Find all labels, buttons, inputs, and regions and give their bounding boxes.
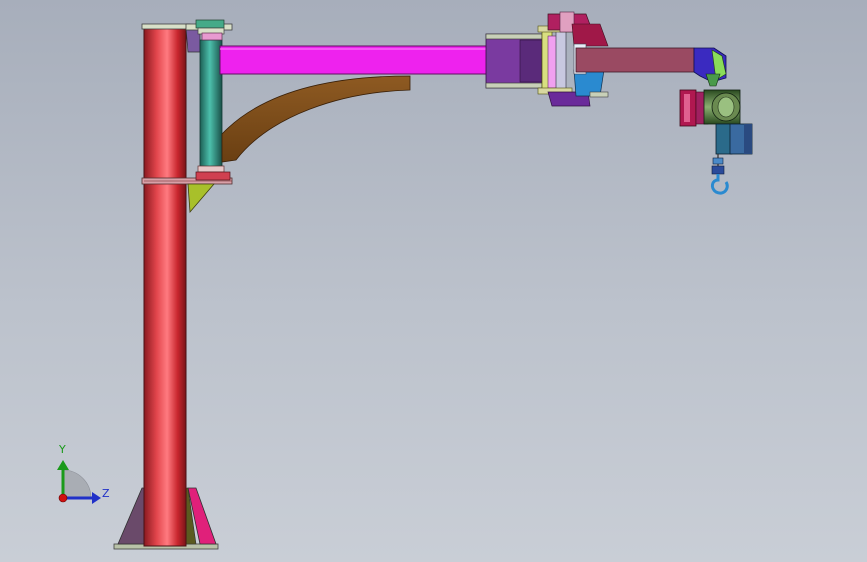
cad-viewport[interactable]: Y Z	[0, 0, 867, 562]
pivot-top-collar	[201, 32, 223, 41]
z-axis-label: Z	[102, 487, 110, 500]
curved-strut[interactable]	[221, 75, 411, 163]
lower-support-gusset	[187, 183, 215, 213]
hoist-gearbox	[715, 123, 733, 155]
jib-crane-model[interactable]	[0, 0, 867, 562]
pivot-bottom-bearing	[195, 171, 231, 181]
x-axis-origin	[58, 493, 68, 503]
pillar-column[interactable]	[143, 25, 187, 547]
pivot-bottom-collar	[197, 165, 225, 173]
triad-arc	[62, 469, 92, 499]
crane-hook[interactable]	[710, 174, 729, 195]
orientation-triad	[57, 460, 101, 504]
hook-block	[711, 165, 725, 175]
elbow-pin-right	[555, 29, 567, 93]
secondary-arm[interactable]	[575, 47, 695, 73]
pivot-shaft[interactable]	[199, 39, 223, 169]
y-axis-label: Y	[59, 443, 66, 456]
main-boom[interactable]	[219, 45, 521, 75]
pivot-top-bearing	[195, 19, 225, 29]
hoist-assembly[interactable]	[679, 89, 753, 195]
pillar-top-cap	[141, 23, 191, 30]
